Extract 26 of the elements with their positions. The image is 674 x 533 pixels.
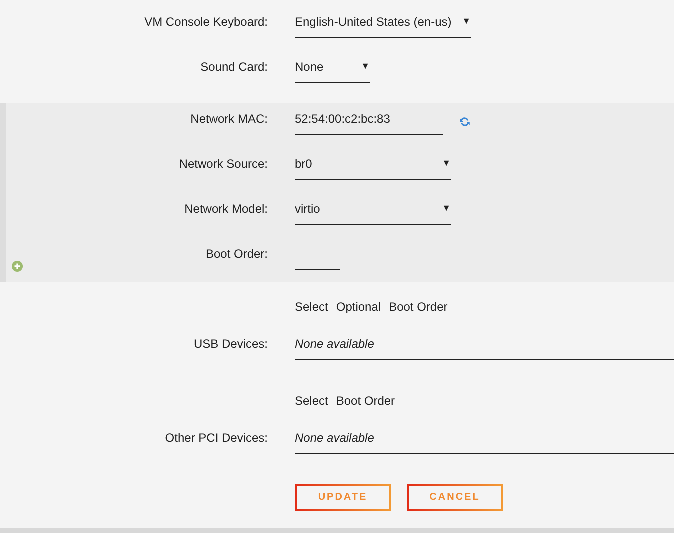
add-icon[interactable] [12, 261, 23, 272]
refresh-icon[interactable] [459, 116, 471, 128]
column-header: Optional [336, 299, 382, 316]
field-label: USB Devices: [194, 336, 268, 353]
caret-icon: ▼ [361, 60, 370, 74]
select-field[interactable]: br0 ▼ [295, 154, 451, 180]
caret-icon: ▼ [442, 157, 451, 171]
field-label: Network MAC: [190, 111, 268, 128]
column-header: Boot Order [336, 393, 396, 410]
column-header: Select [295, 299, 328, 316]
select-field[interactable]: virtio ▼ [295, 199, 451, 225]
field-label: Network Model: [184, 201, 268, 218]
column-header: Boot Order [389, 299, 448, 316]
caret-icon: ▼ [462, 15, 471, 29]
field-label: Other PCI Devices: [165, 430, 268, 447]
field-label: Network Source: [179, 156, 268, 173]
field-label: Sound Card: [200, 59, 268, 76]
select-field[interactable]: None available [295, 428, 674, 454]
field-label: Boot Order: [206, 246, 268, 263]
select-field[interactable]: None ▼ [295, 57, 370, 83]
column-header: Select [295, 393, 328, 410]
caret-icon: ▼ [442, 202, 451, 216]
input-field[interactable]: 52:54:00:c2:bc:83 [295, 109, 443, 135]
field-label: VM Console Keyboard: [144, 14, 268, 31]
select-field[interactable]: English-United States (en-us) ▼ [295, 12, 471, 38]
select-field[interactable]: None available [295, 334, 674, 360]
